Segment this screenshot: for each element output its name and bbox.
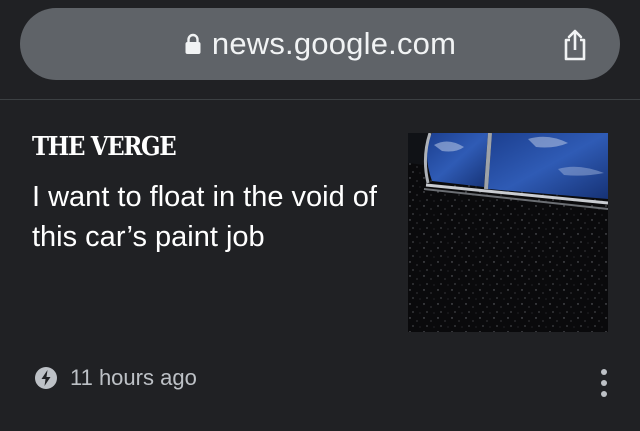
url-text: news.google.com [211,26,457,61]
address-bar[interactable]: news.google.com [20,8,620,80]
bolt-icon [35,367,57,389]
car-window-image [408,133,608,332]
article-timestamp: 11 hours ago [70,365,197,390]
publisher-logo: THE VERGE [32,132,177,162]
article-meta: 11 hours ago [34,365,197,391]
address-bar-content: news.google.com [20,8,620,80]
lock-icon [185,33,201,54]
share-icon[interactable] [558,28,592,62]
article-thumbnail[interactable] [408,133,608,332]
more-vert-icon[interactable] [586,363,622,403]
news-article-card[interactable]: THE VERGE I want to float in the void of… [0,101,640,431]
article-headline[interactable]: I want to float in the void of this car’… [32,177,377,257]
browser-top-bar: news.google.com [0,0,640,100]
